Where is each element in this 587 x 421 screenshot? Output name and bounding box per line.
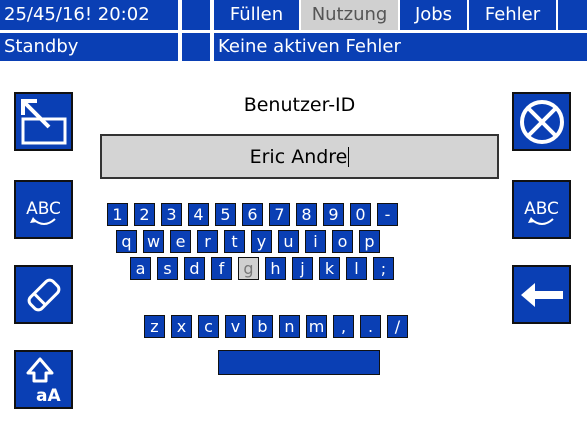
key-row3-3[interactable]: f [211,257,232,280]
backspace-button[interactable] [512,265,571,324]
key-row1-6[interactable]: 7 [269,203,290,226]
key-row2-7[interactable]: i [305,230,326,253]
user-id-input[interactable]: Eric Andre [100,134,499,179]
key-row2-4[interactable]: t [224,230,245,253]
key-row4-4[interactable]: b [252,315,273,338]
eraser-icon [27,278,60,311]
abc-keyboard-toggle-left[interactable]: ABC [14,180,73,239]
key-row1-1[interactable]: 2 [134,203,155,226]
key-row3-0[interactable]: a [130,257,151,280]
abc-toggle-icon: ABC [26,199,61,225]
text-cursor [348,146,350,167]
tab-overflow-box [558,0,587,30]
key-row4-1[interactable]: x [171,315,192,338]
key-row4-7[interactable]: , [333,315,354,338]
space-key[interactable] [218,350,380,375]
key-row2-2[interactable]: e [170,230,191,253]
entry-title: Benutzer-ID [243,94,356,116]
key-row4-3[interactable]: v [225,315,246,338]
exit-screen-icon [20,98,66,144]
key-row2-5[interactable]: y [251,230,272,253]
key-row4-0[interactable]: z [144,315,165,338]
key-row1-2[interactable]: 3 [161,203,182,226]
abc-keyboard-toggle-right[interactable]: ABC [512,180,571,239]
key-row1-9[interactable]: 0 [350,203,371,226]
error-indicator-box [182,33,210,61]
abc-toggle-icon: ABC [524,199,559,225]
key-row3-4[interactable]: g [238,257,259,280]
clear-eraser-button[interactable] [14,265,73,324]
key-row3-5[interactable]: h [265,257,286,280]
key-row4-2[interactable]: c [198,315,219,338]
exit-screen-button[interactable] [14,92,73,151]
error-message: Keine aktiven Fehler [214,33,587,61]
status-indicator-box [182,0,210,30]
tab-jobs[interactable]: Jobs [400,0,467,30]
key-row3-9[interactable]: ; [373,257,394,280]
key-row2-0[interactable]: q [116,230,137,253]
key-row3-6[interactable]: j [292,257,313,280]
cancel-button[interactable] [512,92,571,151]
abc-toggle-label: ABC [26,199,61,219]
key-row4-8[interactable]: . [360,315,381,338]
key-row1-10[interactable]: - [377,203,398,226]
svg-text:aA: aA [36,386,61,405]
left-arrow-icon [520,282,563,307]
key-row2-9[interactable]: p [359,230,380,253]
key-row3-2[interactable]: d [184,257,205,280]
shift-case-icon: aA [26,357,61,405]
key-row2-3[interactable]: r [197,230,218,253]
key-row3-8[interactable]: l [346,257,367,280]
system-state: Standby [0,33,178,61]
key-row4-9[interactable]: / [387,315,408,338]
key-row3-7[interactable]: k [319,257,340,280]
key-row4-6[interactable]: m [306,315,327,338]
key-row1-7[interactable]: 8 [296,203,317,226]
user-id-value: Eric Andre [249,145,348,168]
key-row3-1[interactable]: s [157,257,178,280]
tab-nutzung[interactable]: Nutzung [301,0,398,30]
datetime-display: 25/45/16! 20:02 [0,0,178,30]
key-row4-5[interactable]: n [279,315,300,338]
key-row2-1[interactable]: w [143,230,164,253]
tab-fehler[interactable]: Fehler [469,0,556,30]
abc-toggle-label: ABC [524,199,559,219]
key-row2-8[interactable]: o [332,230,353,253]
key-row2-6[interactable]: u [278,230,299,253]
key-row1-3[interactable]: 4 [188,203,209,226]
shift-case-button[interactable]: aA [14,350,73,409]
key-row1-5[interactable]: 6 [242,203,263,226]
tab-fuellen[interactable]: Füllen [214,0,299,30]
key-row1-4[interactable]: 5 [215,203,236,226]
key-row1-8[interactable]: 9 [323,203,344,226]
cancel-x-icon [519,99,564,144]
key-row1-0[interactable]: 1 [107,203,128,226]
